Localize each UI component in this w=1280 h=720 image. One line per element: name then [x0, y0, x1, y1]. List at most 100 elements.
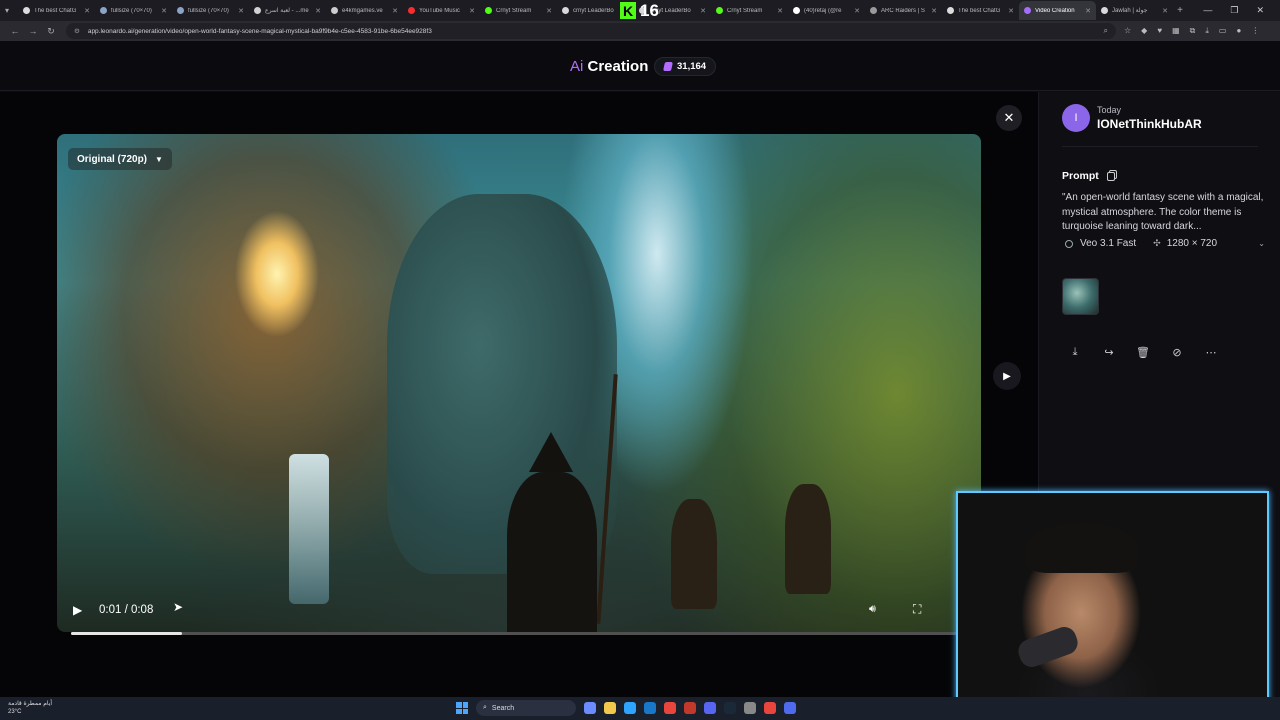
file-explorer-icon[interactable] — [604, 702, 616, 714]
progress-bar[interactable] — [71, 632, 961, 635]
tab-close-icon[interactable]: ✕ — [392, 7, 398, 15]
tab-close-icon[interactable]: ✕ — [315, 7, 321, 15]
delete-icon[interactable]: 🗑︎ — [1136, 345, 1150, 359]
tab-favicon-icon — [100, 7, 107, 14]
generation-settings-row: Veo 3.1 Fast ✣ 1280 × 720 ⌄ — [1065, 238, 1265, 249]
time-display: 0:01 / 0:08 — [99, 604, 154, 616]
outlook-icon[interactable] — [644, 702, 656, 714]
windows-start-icon[interactable] — [456, 702, 468, 714]
extension-icon[interactable]: ▦ — [1172, 26, 1180, 36]
chevron-down-icon[interactable]: ⌄ — [1258, 239, 1265, 248]
close-icon: ✕ — [1003, 110, 1015, 125]
share-icon[interactable]: ↪ — [1103, 345, 1115, 359]
tab-close-icon[interactable]: ✕ — [238, 7, 244, 15]
copilot-icon[interactable] — [584, 702, 596, 714]
profile-icon[interactable]: ● — [1236, 26, 1241, 36]
volume-icon[interactable]: 🔊︎ — [869, 603, 876, 616]
new-tab-button[interactable]: + — [1173, 5, 1187, 16]
browser-tab[interactable]: The best ChatG ✕ — [18, 1, 95, 20]
browser-tab[interactable]: fullsize (70×70) ✕ — [95, 1, 172, 20]
tab-label: fullsize (70×70) — [111, 7, 152, 14]
split-view-icon[interactable]: ▭ — [1219, 26, 1227, 36]
back-icon[interactable]: ← — [6, 26, 24, 36]
browser-tab[interactable]: fullsize (70×70) ✕ — [172, 1, 249, 20]
tab-close-icon[interactable]: ✕ — [700, 7, 706, 15]
obs-icon[interactable] — [744, 702, 756, 714]
close-window-icon[interactable]: ✕ — [1256, 5, 1264, 16]
discord-icon[interactable] — [704, 702, 716, 714]
tab-close-icon[interactable]: ✕ — [777, 7, 783, 15]
tab-favicon-icon — [947, 7, 954, 14]
next-video-button[interactable]: ▶ — [993, 362, 1021, 390]
tab-close-icon[interactable]: ✕ — [854, 7, 860, 15]
hide-icon[interactable]: ⊘ — [1171, 345, 1183, 359]
taskbar-search[interactable]: ⌕ Search — [476, 700, 576, 716]
tab-close-icon[interactable]: ✕ — [931, 7, 937, 15]
chrome-icon[interactable] — [764, 702, 776, 714]
source-image-thumbnail[interactable] — [1062, 278, 1099, 315]
edge-icon[interactable] — [624, 702, 636, 714]
webcam-overlay — [956, 491, 1269, 710]
site-info-icon[interactable]: ⚙ — [74, 27, 80, 35]
browser-tab[interactable]: YouTube Music ✕ — [403, 1, 480, 20]
browser-tab[interactable]: Crnyt Stream ✕ — [711, 1, 788, 20]
tab-close-icon[interactable]: ✕ — [1085, 7, 1091, 15]
tab-close-icon[interactable]: ✕ — [84, 7, 90, 15]
minimize-icon[interactable]: — — [1203, 5, 1212, 16]
avatar[interactable]: I — [1062, 104, 1090, 132]
stream-counter-overlay: K 16 — [620, 1, 659, 20]
extensions-puzzle-icon[interactable]: ⧉ — [1190, 26, 1196, 36]
browser-tab[interactable]: (40)retaj (@re ✕ — [788, 1, 865, 20]
tab-search-icon[interactable]: ▾ — [0, 6, 14, 15]
close-button[interactable]: ✕ — [996, 105, 1022, 131]
token-balance-badge[interactable]: 31,164 — [654, 57, 717, 76]
chrome-icon[interactable] — [664, 702, 676, 714]
tab-label: crnyt LeaderBo — [573, 7, 614, 14]
app-icon[interactable] — [784, 702, 796, 714]
tab-label: Jawlah | جولة — [1112, 8, 1148, 14]
username[interactable]: IONetThinkHubAR — [1097, 117, 1202, 131]
tab-label: ARC Raiders | S — [881, 7, 925, 14]
zoom-icon[interactable]: ⌕ — [1104, 26, 1108, 36]
quality-dropdown[interactable]: Original (720p) ▼ — [68, 148, 172, 170]
bookmark-star-icon[interactable]: ☆ — [1124, 26, 1131, 36]
tab-label: The best ChatG — [958, 7, 1001, 14]
copy-icon[interactable] — [1106, 171, 1115, 181]
browser-tab[interactable]: ARC Raiders | S ✕ — [865, 1, 942, 20]
download-icon[interactable]: ⤓ — [1205, 26, 1209, 36]
gmail-icon[interactable] — [684, 702, 696, 714]
browser-tab[interactable]: The best ChatG ✕ — [942, 1, 1019, 20]
forward-icon[interactable]: → — [24, 26, 42, 36]
scene-wizard-hat — [529, 432, 573, 472]
fullscreen-icon[interactable]: ⛶ — [913, 602, 921, 617]
reload-icon[interactable]: ↻ — [42, 26, 60, 37]
tab-close-icon[interactable]: ✕ — [1162, 7, 1168, 15]
browser-tab[interactable]: لعبة اسرع - ...me ✕ — [249, 1, 326, 20]
steam-icon[interactable] — [724, 702, 736, 714]
model-name: Veo 3.1 Fast — [1080, 238, 1137, 249]
taskbar: أيام ممطرة قادمة 23°C ⌕ Search — [0, 697, 1280, 720]
counter-value: 16 — [640, 0, 659, 20]
browser-tab[interactable]: Jawlah | جولة ✕ — [1096, 1, 1173, 20]
video-player[interactable] — [57, 134, 981, 632]
extension-icon[interactable]: ◆ — [1141, 26, 1147, 36]
browser-tab[interactable]: Video Creation ✕ — [1019, 1, 1096, 20]
tab-close-icon[interactable]: ✕ — [1008, 7, 1014, 15]
tab-close-icon[interactable]: ✕ — [161, 7, 167, 15]
menu-icon[interactable]: ⋮ — [1251, 26, 1259, 36]
scene-waterfall — [289, 454, 329, 604]
tab-close-icon[interactable]: ✕ — [469, 7, 475, 15]
more-options-icon[interactable]: ⋯ — [1205, 345, 1217, 359]
download-icon[interactable]: ⤓ — [1069, 345, 1081, 359]
extension-icon[interactable]: ♥ — [1157, 26, 1162, 36]
tab-close-icon[interactable]: ✕ — [546, 7, 552, 15]
browser-tab[interactable]: e4kmgames.ve ✕ — [326, 1, 403, 20]
window-controls: — ❐ ✕ — [1203, 5, 1280, 16]
weather-text: أيام ممطرة قادمة — [8, 701, 53, 707]
url-input[interactable]: ⚙ app.leonardo.ai/generation/video/open-… — [66, 23, 1116, 39]
browser-tab[interactable]: Crnyt Stream ✕ — [480, 1, 557, 20]
search-label: Search — [491, 704, 515, 712]
play-button[interactable]: ▶ — [73, 603, 82, 617]
weather-widget[interactable]: أيام ممطرة قادمة 23°C — [8, 700, 52, 716]
maximize-icon[interactable]: ❐ — [1230, 5, 1238, 16]
